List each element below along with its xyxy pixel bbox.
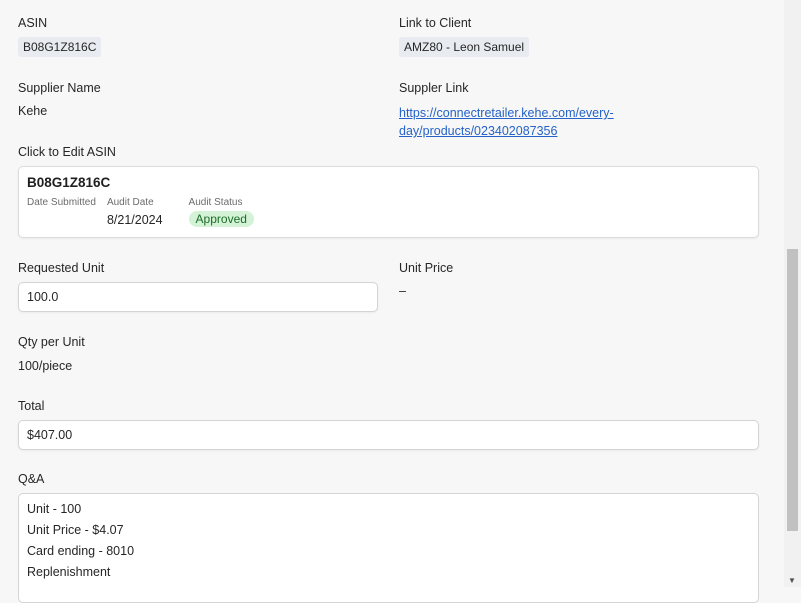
edit-asin-label: Click to Edit ASIN <box>18 145 116 159</box>
row-supplier: Supplier Name Kehe Suppler Link https://… <box>18 81 760 140</box>
client-chip[interactable]: AMZ80 - Leon Samuel <box>399 37 530 57</box>
qa-line: Unit - 100 <box>27 502 82 516</box>
supplier-name-value: Kehe <box>18 104 48 118</box>
qa-line: Card ending - 8010 <box>27 544 135 558</box>
qty-per-unit-value: 100/piece <box>18 359 73 373</box>
page-scrollbar[interactable]: ▼ <box>784 0 801 587</box>
total-field: Total $407.00 <box>18 399 759 450</box>
qa-line: Replenishment <box>27 565 111 579</box>
date-submitted-value <box>27 213 96 229</box>
total-label: Total <box>18 399 45 413</box>
asin-label: ASIN <box>18 16 48 30</box>
total-input[interactable]: $407.00 <box>18 420 759 450</box>
unit-price-label: Unit Price <box>399 261 454 275</box>
supplier-link-field: Suppler Link https://connectretailer.keh… <box>399 81 760 140</box>
audit-meta-row: Date Submitted Audit Date 8/21/2024 Audi… <box>27 197 750 229</box>
scroll-down-arrow-icon[interactable]: ▼ <box>788 576 796 585</box>
asin-chip[interactable]: B08G1Z816C <box>18 37 102 57</box>
requested-unit-field: Requested Unit 100.0 <box>18 261 378 312</box>
asin-field: ASIN B08G1Z816C <box>18 16 399 57</box>
date-submitted-label: Date Submitted <box>27 197 96 208</box>
qa-label: Q&A <box>18 472 45 486</box>
edit-asin-section: Click to Edit ASIN B08G1Z816C Date Submi… <box>18 145 759 238</box>
edit-asin-card[interactable]: B08G1Z816C Date Submitted Audit Date 8/2… <box>18 166 759 238</box>
supplier-link[interactable]: https://connectretailer.kehe.com/every-d… <box>399 106 614 138</box>
row-asin-client: ASIN B08G1Z816C Link to Client AMZ80 - L… <box>18 16 760 57</box>
supplier-name-label: Supplier Name <box>18 81 101 95</box>
requested-unit-input[interactable]: 100.0 <box>18 282 378 312</box>
client-field: Link to Client AMZ80 - Leon Samuel <box>399 16 760 57</box>
supplier-link-label: Suppler Link <box>399 81 469 95</box>
unit-price-value: – <box>399 284 406 298</box>
audit-status-label: Audit Status <box>188 197 243 208</box>
audit-status: Audit Status Approved <box>188 197 254 229</box>
qty-per-unit-label: Qty per Unit <box>18 335 85 349</box>
qa-line: Unit Price - $4.07 <box>27 523 124 537</box>
client-label: Link to Client <box>399 16 472 30</box>
qa-field: Q&A Unit - 100 Unit Price - $4.07 Card e… <box>18 472 759 603</box>
audit-date-label: Audit Date <box>106 197 154 208</box>
row-unit: Requested Unit 100.0 Unit Price – <box>18 261 760 312</box>
supplier-name-field: Supplier Name Kehe <box>18 81 399 140</box>
scrollbar-thumb[interactable] <box>787 249 798 531</box>
edit-asin-title: B08G1Z816C <box>27 175 111 190</box>
date-submitted: Date Submitted <box>27 197 96 229</box>
unit-price-field: Unit Price – <box>399 261 760 312</box>
audit-date: Audit Date 8/21/2024 <box>107 197 163 229</box>
qty-per-unit-field: Qty per Unit 100/piece <box>18 335 85 373</box>
requested-unit-label: Requested Unit <box>18 261 105 275</box>
status-badge: Approved <box>188 211 254 227</box>
audit-date-value: 8/21/2024 <box>106 213 163 227</box>
